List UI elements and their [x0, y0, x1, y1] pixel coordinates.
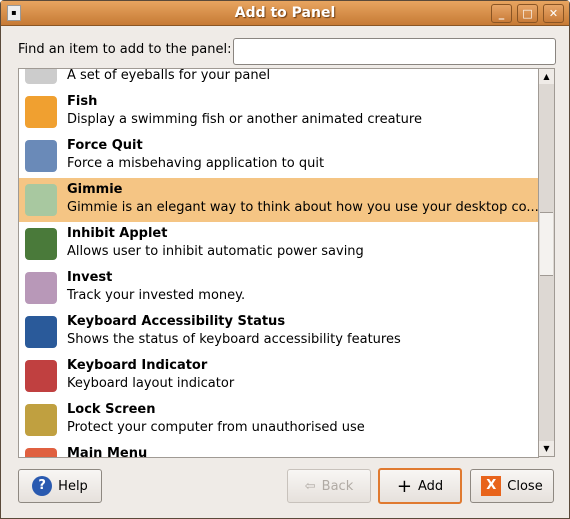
minimize-button[interactable]: _: [491, 4, 512, 23]
item-name: Invest: [67, 270, 113, 285]
gimmie-icon: [25, 184, 57, 216]
accessibility-icon: [25, 316, 57, 348]
item-description: Force a misbehaving application to quit: [67, 156, 325, 171]
close-button[interactable]: X Close: [470, 469, 554, 503]
help-button[interactable]: ? Help: [18, 469, 102, 503]
fish-icon: [25, 96, 57, 128]
help-icon: ?: [32, 476, 53, 496]
window-title: Add to Panel: [234, 5, 336, 21]
item-name: Force Quit: [67, 138, 143, 153]
add-label: Add: [417, 478, 444, 494]
scrollbar-thumb[interactable]: [540, 212, 553, 276]
item-description: Track your invested money.: [67, 288, 246, 303]
close-window-button[interactable]: ✕: [543, 4, 564, 23]
plus-icon: +: [396, 475, 412, 497]
item-name: Keyboard Indicator: [67, 358, 208, 373]
item-name: Inhibit Applet: [67, 226, 168, 241]
item-name: Main Menu: [67, 446, 148, 458]
item-name: Gimmie: [67, 182, 123, 197]
lock-screen-icon: [25, 404, 57, 436]
list-item[interactable]: Main Menu: [19, 442, 538, 458]
applet-list: Eyes A set of eyeballs for your panel Fi…: [18, 68, 539, 458]
item-description: Shows the status of keyboard accessibili…: [67, 332, 401, 347]
item-description: Keyboard layout indicator: [67, 376, 235, 391]
maximize-button[interactable]: □: [517, 4, 538, 23]
invest-icon: [25, 272, 57, 304]
list-item[interactable]: Inhibit Applet Allows user to inhibit au…: [19, 222, 538, 266]
list-item[interactable]: Eyes A set of eyeballs for your panel: [19, 68, 538, 90]
add-button[interactable]: + Add: [378, 468, 462, 504]
back-button[interactable]: ⇦ Back: [287, 469, 371, 503]
list-item[interactable]: Lock Screen Protect your computer from u…: [19, 398, 538, 442]
find-input[interactable]: [233, 38, 556, 65]
list-item[interactable]: Force Quit Force a misbehaving applicati…: [19, 134, 538, 178]
item-name: Fish: [67, 94, 98, 109]
close-x-icon: X: [481, 476, 502, 496]
scrollbar[interactable]: ▲ ▼: [538, 68, 555, 457]
help-label: Help: [58, 478, 88, 494]
item-description: A set of eyeballs for your panel: [67, 68, 271, 83]
list-item[interactable]: Fish Display a swimming fish or another …: [19, 90, 538, 134]
scroll-down-button[interactable]: ▼: [539, 441, 554, 456]
keyboard-flag-icon: [25, 360, 57, 392]
scroll-up-button[interactable]: ▲: [539, 69, 554, 84]
inhibit-icon: [25, 228, 57, 260]
add-to-panel-window: ▪ Add to Panel _ □ ✕ Find an item to add…: [0, 0, 570, 519]
list-item[interactable]: Gimmie Gimmie is an elegant way to think…: [19, 178, 538, 222]
force-quit-icon: [25, 140, 57, 172]
item-description: Allows user to inhibit automatic power s…: [67, 244, 364, 259]
find-label: Find an item to add to the panel:: [18, 42, 232, 57]
main-menu-icon: [25, 448, 57, 457]
item-name: Keyboard Accessibility Status: [67, 314, 286, 329]
item-description: Display a swimming fish or another anima…: [67, 112, 422, 127]
title-bar[interactable]: ▪ Add to Panel _ □ ✕: [1, 1, 569, 26]
list-item[interactable]: Keyboard Indicator Keyboard layout indic…: [19, 354, 538, 398]
eyes-icon: [25, 69, 57, 84]
item-name: Lock Screen: [67, 402, 156, 417]
back-label: Back: [321, 478, 354, 494]
item-description: Gimmie is an elegant way to think about …: [67, 200, 539, 215]
close-label: Close: [507, 478, 543, 494]
back-arrow-icon: ⇦: [304, 478, 316, 494]
item-description: Protect your computer from unauthorised …: [67, 420, 365, 435]
list-item[interactable]: Invest Track your invested money.: [19, 266, 538, 310]
list-item[interactable]: Keyboard Accessibility Status Shows the …: [19, 310, 538, 354]
